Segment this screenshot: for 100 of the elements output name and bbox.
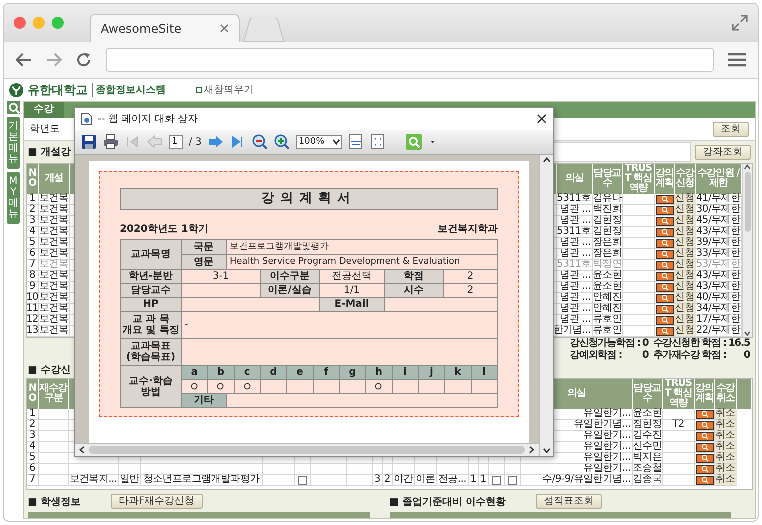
next-page-icon[interactable] xyxy=(208,134,224,150)
chevron-up-icon[interactable] xyxy=(744,164,751,170)
cancel-button[interactable]: 취소 xyxy=(714,453,736,463)
transcript-button[interactable]: 성적표조회 xyxy=(536,494,602,509)
cancel-button[interactable]: 취소 xyxy=(714,475,736,485)
syllabus-button[interactable] xyxy=(696,432,714,440)
apply-button[interactable]: 신청 xyxy=(674,216,696,226)
syllabus-button[interactable] xyxy=(656,326,674,336)
apply-button[interactable]: 신청 xyxy=(674,304,696,314)
search-icon xyxy=(660,195,670,203)
syllabus-button[interactable] xyxy=(696,410,714,418)
syllabus-button[interactable] xyxy=(696,442,714,452)
scrollbar[interactable] xyxy=(742,164,752,337)
table-cell: 3 xyxy=(27,431,39,442)
syllabus-button[interactable] xyxy=(656,316,674,324)
chevron-left-icon[interactable] xyxy=(79,446,85,454)
zoom-select[interactable]: 100% xyxy=(296,135,342,149)
syllabus-button[interactable] xyxy=(656,228,674,236)
menu-tab[interactable]: 수강 xyxy=(24,102,64,118)
syllabus-button[interactable] xyxy=(656,282,674,292)
syllabus-button[interactable] xyxy=(696,464,714,474)
sidebar-tab[interactable]: MY메뉴 xyxy=(7,172,20,224)
table-cell: 김종국 xyxy=(633,475,663,486)
scrollbar-thumb[interactable] xyxy=(89,446,525,454)
scrollbar-thumb[interactable] xyxy=(744,172,750,232)
menu-icon[interactable] xyxy=(728,53,746,67)
search-icon xyxy=(660,272,670,280)
page-field[interactable]: 1 xyxy=(169,135,183,149)
chevron-down-icon[interactable] xyxy=(744,331,751,337)
table-cell xyxy=(69,464,119,475)
zoom-out-icon[interactable] xyxy=(252,134,268,150)
column-header: b xyxy=(208,366,234,379)
cancel-button[interactable]: 취소 xyxy=(714,464,736,474)
course-search-button[interactable]: 강좌조회 xyxy=(695,144,751,160)
print-icon[interactable] xyxy=(103,134,119,150)
apply-button[interactable]: 신청 xyxy=(674,315,696,325)
fit-page-icon[interactable] xyxy=(370,134,386,150)
fit-width-icon[interactable] xyxy=(348,134,364,150)
browser-tab[interactable]: AwesomeSite xyxy=(90,14,240,42)
syllabus-button[interactable] xyxy=(696,454,714,462)
syllabus-button[interactable] xyxy=(656,216,674,226)
cancel-button[interactable]: 취소 xyxy=(714,420,736,430)
apply-button[interactable]: 신청 xyxy=(674,271,696,281)
search-button[interactable]: 조회 xyxy=(713,122,749,136)
checkbox[interactable] xyxy=(492,476,501,484)
apply-button[interactable]: 신청 xyxy=(674,194,696,204)
table-cell: 3 xyxy=(373,475,383,486)
back-icon[interactable] xyxy=(16,53,32,67)
syllabus-button[interactable] xyxy=(696,420,714,430)
chevron-down-icon[interactable] xyxy=(542,448,550,454)
cancel-button[interactable]: 취소 xyxy=(714,442,736,452)
scrollbar[interactable] xyxy=(539,155,553,456)
apply-button[interactable]: 신청 xyxy=(674,227,696,237)
checkbox[interactable] xyxy=(298,476,307,484)
apply-button[interactable]: 신청 xyxy=(674,205,696,215)
save-icon[interactable] xyxy=(81,134,97,150)
search-icon xyxy=(660,228,670,236)
syllabus-button[interactable] xyxy=(656,304,674,314)
expand-icon[interactable] xyxy=(732,15,748,31)
table-cell: 보건복 xyxy=(39,216,70,227)
close-icon[interactable] xyxy=(537,114,547,124)
zoom-in-icon[interactable] xyxy=(274,134,290,150)
apply-button[interactable]: 신청 xyxy=(674,293,696,303)
table-cell: 념관 ... xyxy=(557,216,593,227)
apply-button[interactable]: 신청 xyxy=(674,238,696,248)
apply-button[interactable]: 신청 xyxy=(674,282,696,292)
table-label: 국문 xyxy=(182,240,226,254)
column-header: 수강 신청 xyxy=(675,164,696,194)
address-field[interactable] xyxy=(106,48,714,72)
table-label: 담당교수 xyxy=(121,284,181,297)
apply-button[interactable]: 신청 xyxy=(674,326,696,336)
syllabus-button[interactable] xyxy=(656,250,674,258)
scrollbar[interactable] xyxy=(75,443,539,456)
checkbox[interactable] xyxy=(508,476,517,484)
table-label: 교 과 목 개요 및 특징 xyxy=(121,312,181,338)
table-cell: 전공... xyxy=(437,475,469,486)
search-icon xyxy=(660,316,670,324)
table-label: E-Mail xyxy=(320,298,384,311)
syllabus-button[interactable] xyxy=(656,206,674,214)
table-label: 영문 xyxy=(182,255,226,269)
chevron-up-icon[interactable] xyxy=(542,157,550,163)
syllabus-button[interactable] xyxy=(656,294,674,302)
retake-button[interactable]: 타과F재수강신청 xyxy=(110,494,203,509)
sidebar-tab[interactable]: 기본메뉴 xyxy=(7,117,20,169)
table-cell: 2 xyxy=(27,205,39,216)
syllabus-button[interactable] xyxy=(696,476,714,484)
new-window-link[interactable]: 새창띄우기 xyxy=(204,83,254,97)
section-title: ■ 학생정보 xyxy=(28,496,81,508)
search-icon[interactable] xyxy=(7,101,20,114)
table-cell: 념관 ... xyxy=(557,315,593,326)
syllabus-button[interactable] xyxy=(656,194,674,204)
chevron-right-icon[interactable] xyxy=(529,446,535,454)
syllabus-button[interactable] xyxy=(656,260,674,270)
reload-icon[interactable] xyxy=(76,52,92,68)
syllabus-button[interactable] xyxy=(656,238,674,248)
syllabus-button[interactable] xyxy=(656,272,674,280)
cancel-button[interactable]: 취소 xyxy=(714,409,736,419)
apply-button[interactable]: 신청 xyxy=(674,249,696,259)
cancel-button[interactable]: 취소 xyxy=(714,431,736,441)
credit-value: 16.5 xyxy=(728,338,752,350)
